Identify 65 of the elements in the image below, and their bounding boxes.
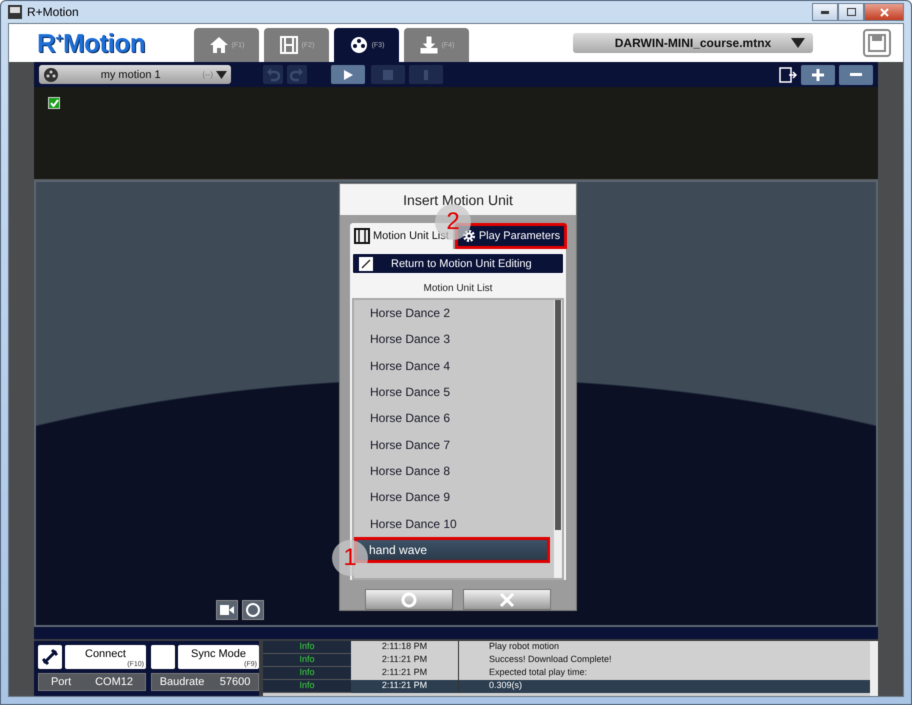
maximize-icon	[846, 8, 856, 16]
baudrate-field[interactable]: Baudrate 57600	[151, 673, 259, 691]
callout-badge: 1	[332, 540, 368, 576]
home-icon	[208, 35, 229, 55]
minimize-button[interactable]	[812, 3, 838, 21]
app-logo: R$^{+}$Motion	[37, 28, 146, 58]
export-motion-icon[interactable]	[779, 66, 797, 82]
maximize-button[interactable]	[838, 3, 864, 21]
log-row[interactable]: Info 2:11:21 PM Success! Download Complete!	[263, 654, 870, 667]
undo-icon	[266, 68, 280, 82]
list-item[interactable]: Horse Dance 3	[354, 326, 554, 353]
list-item[interactable]: Horse Dance 4	[354, 352, 554, 379]
list-item[interactable]: Horse Dance 10	[354, 510, 554, 537]
caret-icon	[791, 38, 805, 48]
sync-toggle[interactable]	[151, 645, 175, 669]
scrollbar[interactable]	[554, 300, 562, 578]
download-icon	[418, 35, 439, 55]
app-icon	[8, 5, 22, 19]
list-item[interactable]: Horse Dance 7	[354, 431, 554, 458]
circle-icon	[401, 592, 417, 608]
video-camera-icon	[220, 605, 234, 615]
list-item[interactable]: Horse Dance 5	[354, 378, 554, 406]
film-reel-icon	[43, 66, 59, 82]
film-strip-icon	[354, 228, 370, 244]
motion-dropdown[interactable]: my motion 1 (--)	[39, 65, 231, 84]
stop-icon	[383, 70, 393, 80]
add-button[interactable]	[801, 64, 835, 84]
film-strip-icon	[278, 35, 299, 55]
list-title: Motion Unit List	[422, 282, 494, 296]
minimize-icon	[821, 10, 829, 14]
cancel-button[interactable]	[463, 589, 551, 610]
log-row[interactable]: Info 2:11:21 PM 0.309(s)	[263, 680, 870, 693]
list-item[interactable]: Horse Dance 8	[354, 458, 554, 484]
connect-plug-button[interactable]	[38, 645, 62, 669]
close-button[interactable]	[864, 3, 904, 21]
save-button[interactable]	[863, 29, 891, 57]
ok-button[interactable]	[365, 589, 453, 610]
camera-button[interactable]	[216, 600, 238, 620]
play-icon	[342, 68, 354, 80]
plug-icon	[41, 648, 59, 666]
gear-icon	[462, 229, 476, 243]
redo-icon	[290, 68, 304, 82]
minus-icon	[850, 73, 862, 76]
play-button[interactable]	[331, 65, 365, 84]
list-item[interactable]: Horse Dance 9	[354, 484, 554, 510]
return-button[interactable]: Return to Motion Unit Editing	[352, 253, 564, 274]
port-field[interactable]: Port COM12	[38, 673, 146, 691]
remove-button[interactable]	[839, 64, 873, 84]
pencil-icon	[359, 256, 373, 270]
file-dropdown[interactable]: DARWIN-MINI_course.mtnx	[573, 33, 813, 53]
checkbox[interactable]	[48, 97, 60, 109]
circle-icon	[246, 603, 260, 617]
close-icon	[499, 592, 515, 608]
list-item[interactable]: Horse Dance 2	[354, 300, 554, 326]
window-title: R+Motion	[27, 5, 79, 19]
plus-icon	[812, 68, 824, 80]
close-icon	[880, 8, 888, 16]
caret-icon	[216, 70, 227, 78]
list-item[interactable]: Horse Dance 6	[354, 405, 554, 432]
checkmark-icon	[50, 99, 58, 107]
snapshot-button[interactable]	[242, 600, 264, 620]
pause-icon	[421, 70, 431, 80]
log-row[interactable]: Info 2:11:18 PM Play robot motion	[263, 641, 870, 654]
film-reel-icon	[348, 35, 369, 55]
list-item[interactable]: hand wave	[354, 536, 550, 563]
